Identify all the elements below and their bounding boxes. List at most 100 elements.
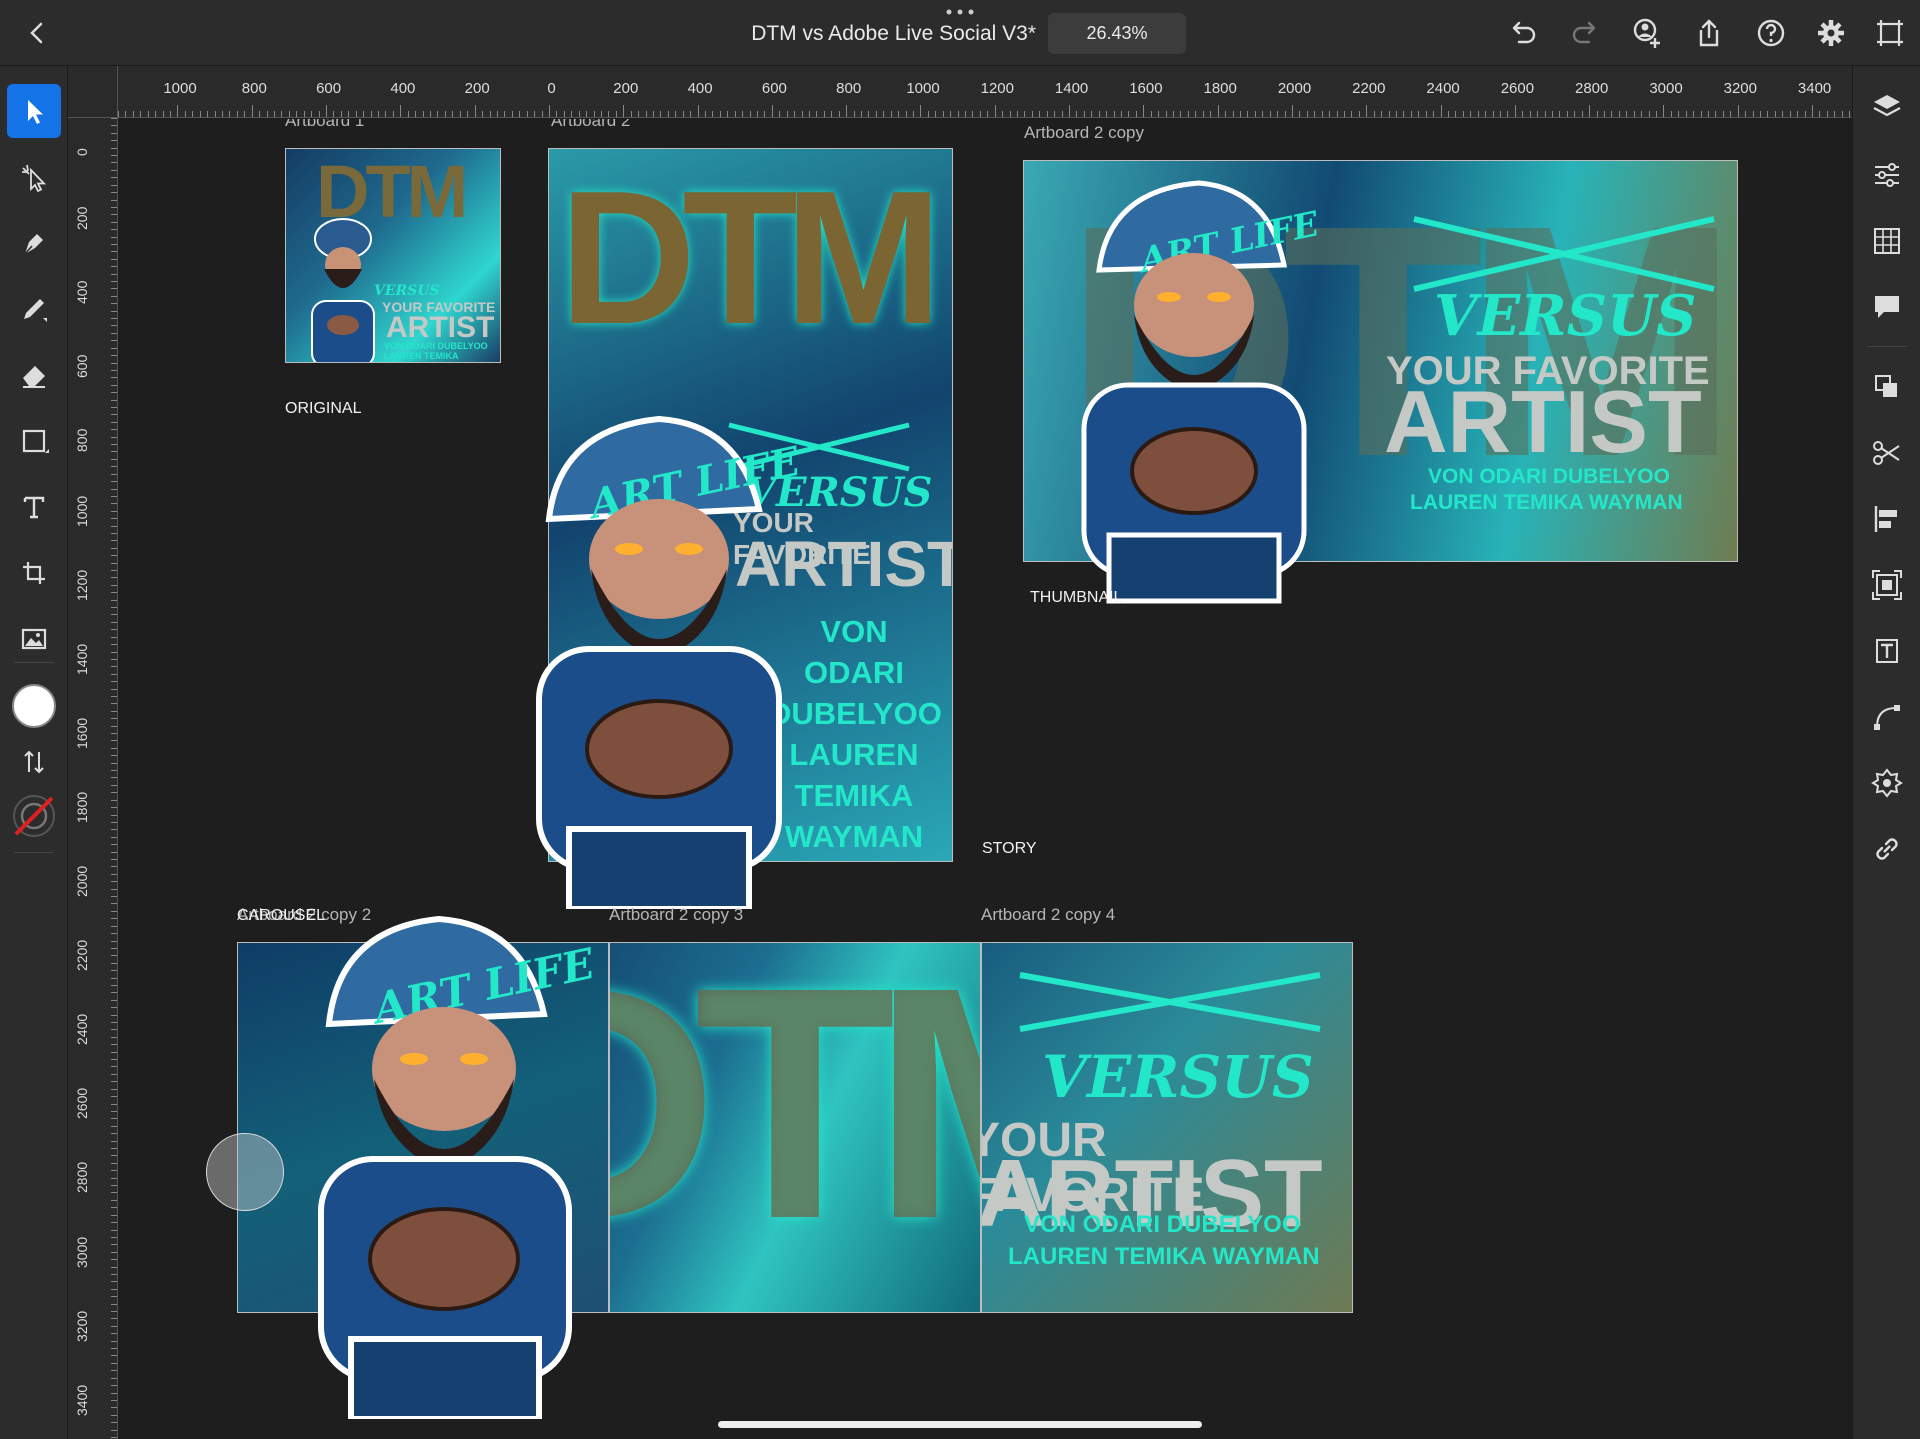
home-indicator[interactable] (718, 1421, 1202, 1428)
fill-color-swatch[interactable] (12, 684, 56, 728)
ruler-tick (660, 111, 662, 117)
horizontal-ruler-label: 1200 (980, 80, 1014, 97)
artboard-1-label[interactable]: Artboard 1 (285, 119, 364, 131)
type-icon[interactable] (1870, 634, 1904, 668)
repeat-grid-icon[interactable] (1870, 568, 1904, 602)
artboard-2-caption: STORY (982, 840, 1037, 857)
libraries-icon[interactable] (1870, 370, 1904, 404)
artboard-tool-icon[interactable] (1873, 16, 1907, 50)
text-tool[interactable] (7, 480, 61, 534)
properties-icon[interactable] (1870, 158, 1904, 192)
artboard-2-copy-4-label[interactable]: Artboard 2 copy 4 (981, 905, 1115, 925)
ruler-tick (192, 111, 194, 117)
ruler-tick (1648, 111, 1650, 117)
image-tool[interactable] (7, 612, 61, 666)
image-icon (21, 628, 47, 650)
invite-icon[interactable] (1630, 16, 1664, 50)
help-icon[interactable] (1754, 16, 1788, 50)
canvas[interactable]: Artboard 1 DTM VERSUS YOUR FAVORITE ARTI… (119, 119, 1852, 1439)
ruler-tick (430, 111, 432, 117)
ruler-tick (1485, 111, 1487, 117)
pencil-tool[interactable] (7, 282, 61, 336)
artboard-1[interactable]: DTM VERSUS YOUR FAVORITE ARTIST VON ODAR… (285, 148, 501, 363)
zoom-level[interactable]: 26.43% (1048, 13, 1186, 54)
document-title[interactable]: DTM vs Adobe Live Social V3* (700, 22, 1060, 46)
artboard-2-copy-3-label[interactable]: Artboard 2 copy 3 (609, 905, 743, 925)
eraser-icon (23, 366, 45, 388)
grid-icon[interactable] (1870, 224, 1904, 258)
ruler-tick (111, 1073, 117, 1075)
crossed-swords-graphic (1019, 972, 1321, 1032)
ruler-tick (111, 1044, 117, 1046)
ruler-tick (1351, 111, 1353, 117)
ruler-tick (1559, 111, 1561, 117)
ruler-tick (1083, 111, 1085, 117)
eraser-tool[interactable] (7, 348, 61, 402)
ruler-tick (111, 518, 117, 520)
horizontal-ruler-label: 2400 (1426, 80, 1460, 97)
ruler-tick (259, 111, 261, 117)
direct-select-icon (22, 164, 47, 192)
horizontal-ruler-label: 3400 (1797, 80, 1832, 97)
ruler-tick (1700, 111, 1702, 117)
versus-text: VERSUS (1434, 283, 1697, 349)
rectangle-tool[interactable] (7, 414, 61, 468)
ruler-tick (1537, 111, 1539, 117)
ruler-tick (935, 111, 937, 117)
ruler-tick (311, 111, 313, 117)
ruler-tick (556, 111, 558, 117)
ruler-tick (111, 473, 117, 475)
ruler-tick (1150, 111, 1152, 117)
ruler-tick (111, 1125, 117, 1127)
ruler-tick (1143, 105, 1145, 117)
ruler-tick (111, 177, 117, 179)
ruler-tick (1277, 111, 1279, 117)
right-toolbar (1852, 66, 1920, 1439)
artboard-2-label[interactable]: Artboard 2 (551, 119, 630, 131)
artboard-2-copy-4[interactable]: VERSUS YOUR FAVORITE ARTIST VON ODARI DU… (981, 942, 1353, 1313)
ruler-tick (111, 540, 117, 542)
align-icon[interactable] (1870, 502, 1904, 536)
ruler-tick (1425, 111, 1427, 117)
link-icon[interactable] (1870, 832, 1904, 866)
ruler-tick (111, 1177, 117, 1179)
share-icon[interactable] (1692, 16, 1726, 50)
more-dots-icon[interactable] (944, 8, 976, 16)
direct-select-tool[interactable] (7, 150, 61, 204)
ruler-tick (1232, 111, 1234, 117)
horizontal-ruler-label: 3200 (1723, 80, 1757, 97)
redo-icon[interactable] (1568, 16, 1602, 50)
ruler-tick (1135, 111, 1137, 117)
ruler-tick (111, 1118, 117, 1120)
pen-tool[interactable] (7, 216, 61, 270)
comments-icon[interactable] (1870, 290, 1904, 324)
transform-tool[interactable] (7, 546, 61, 600)
ruler-tick (111, 1036, 117, 1038)
ruler-tick (111, 1392, 117, 1394)
ruler-tick (1626, 111, 1628, 117)
stroke-none-swatch[interactable] (10, 792, 58, 840)
artboard-2-copy-3[interactable]: DTM (609, 942, 981, 1313)
symbols-icon[interactable] (1870, 766, 1904, 800)
select-tool[interactable] (7, 84, 61, 138)
ruler-tick (801, 111, 803, 117)
undo-icon[interactable] (1506, 16, 1540, 50)
scissors-icon[interactable] (1870, 436, 1904, 470)
ruler-tick (281, 111, 283, 117)
path-icon[interactable] (1870, 700, 1904, 734)
ruler-tick (111, 347, 117, 349)
ruler-tick (786, 111, 788, 117)
ruler-tick (883, 111, 885, 117)
ruler-tick (111, 1170, 117, 1172)
artboard-2-copy-label[interactable]: Artboard 2 copy (1024, 123, 1144, 143)
swap-colors-icon[interactable] (20, 748, 48, 776)
settings-gear-icon[interactable] (1814, 16, 1848, 50)
back-icon[interactable] (22, 18, 52, 48)
ruler-tick (563, 111, 565, 117)
ruler-tick (199, 111, 201, 117)
ruler-tick (615, 111, 617, 117)
ruler-tick (111, 488, 117, 490)
ruler-corner[interactable] (68, 66, 118, 118)
ruler-tick (303, 111, 305, 117)
layers-icon[interactable] (1870, 90, 1904, 124)
